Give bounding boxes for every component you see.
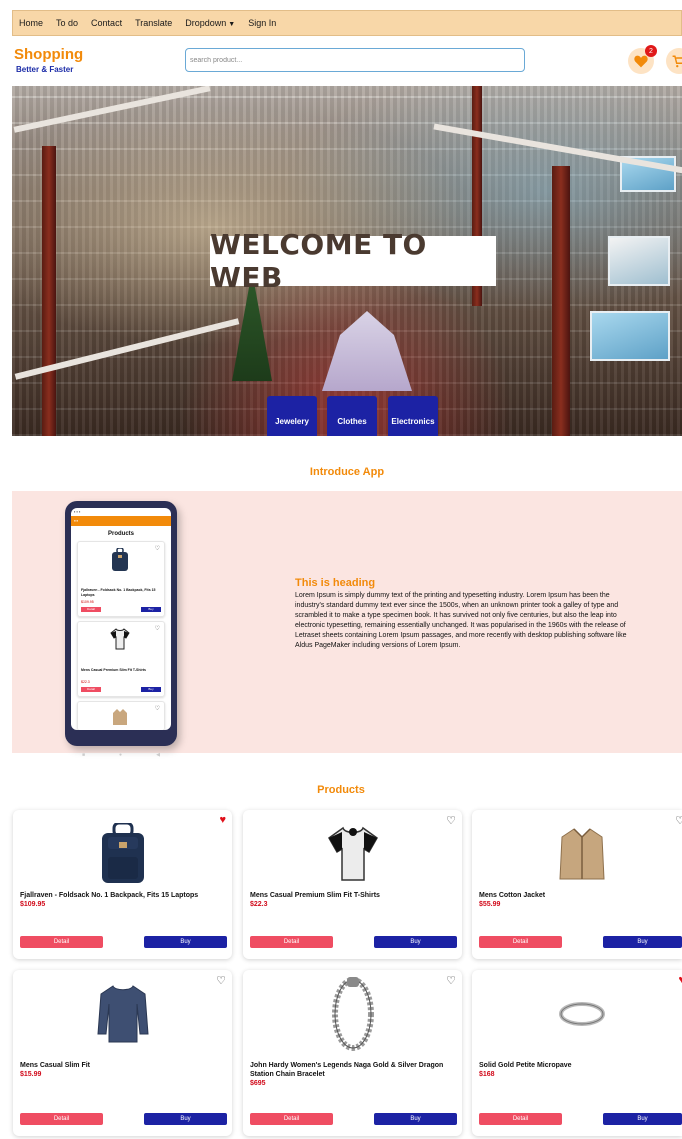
welcome-banner-text: WELCOME TO WEB [210,228,496,294]
page: Home To do Contact Translate Dropdown ▼ S… [0,0,682,1139]
buy-button[interactable]: Buy [603,936,682,948]
nav-todo[interactable]: To do [56,18,78,28]
phone-product-card: ♡ Mens Casual Premium Slim Fit T-Shirts … [77,621,165,697]
detail-button[interactable]: Detail [479,936,562,948]
buy-button[interactable]: Buy [374,1113,457,1125]
product-price: $22.3 [250,901,268,908]
category-clothes-button[interactable]: Clothes [327,396,377,436]
detail-button[interactable]: Detail [20,936,103,948]
buy-button[interactable]: Buy [603,1113,682,1125]
brand-tagline: Better & Faster [16,65,74,74]
phone-mockup: ▪ ▪ ▪ ▪▪▪ Products ♡ Fjallraven - Foldsa… [65,501,177,758]
heart-outline-icon[interactable]: ♡ [216,974,226,987]
cart-button[interactable] [666,48,682,74]
longsleeve-shirt-icon [96,985,149,1043]
phone-products-title: Products [107,531,134,537]
product-card[interactable]: ♡ Mens Casual Slim Fit $15.99 Detail Buy [13,970,232,1136]
heart-outline-icon[interactable]: ♡ [446,974,456,987]
phone-status-bar: ▪ ▪ ▪ [74,509,81,514]
phone-detail-button: Detail [81,607,101,612]
product-name: Mens Cotton Jacket [479,892,546,899]
phone-buy-button: Buy [141,687,161,692]
header: Shopping Better & Faster 2 [12,44,682,78]
heart-outline-icon: ♡ [154,706,160,712]
phone-product-price: $22.3 [81,680,90,684]
backpack-icon [112,548,128,571]
phone-product-card: ♡ [77,701,165,730]
product-price: $168 [479,1071,495,1078]
intro-section-title: Introduce App [309,466,385,478]
nav-translate[interactable]: Translate [135,18,172,28]
nav-home[interactable]: Home [19,18,43,28]
heart-outline-icon: ♡ [154,626,160,632]
products-section-title: Products [317,784,365,796]
heart-outline-icon: ♡ [154,546,160,552]
product-price: $55.99 [479,901,501,908]
phone-product-name: Fjallraven - Foldsack No. 1 Backpack, Fi… [81,588,156,597]
heart-filled-icon[interactable]: ♥ [678,974,682,986]
jacket-icon [113,709,127,725]
phone-product-name: Mens Casual Premium Slim Fit T-Shirts [81,668,146,672]
phone-app-bar: ▪▪▪ [71,516,171,526]
nav-contact[interactable]: Contact [91,18,122,28]
product-name: Fjallraven - Foldsack No. 1 Backpack, Fi… [20,892,199,899]
brand-logo[interactable]: Shopping [14,46,83,63]
product-card[interactable]: ♡ Mens Casual Premium Slim Fit T-Shirts … [243,810,462,959]
product-name: Mens Casual Slim Fit [20,1062,91,1069]
heart-filled-icon[interactable]: ♥ [219,814,226,826]
phone-nav-bar: ■ ● ◀ [82,752,160,758]
detail-button[interactable]: Detail [20,1113,103,1125]
cart-icon [672,55,682,67]
category-electronics-button[interactable]: Electronics [388,396,438,436]
intro-heading: This is heading [295,577,376,589]
detail-button[interactable]: Detail [250,1113,333,1125]
product-price: $15.99 [20,1071,42,1078]
top-nav: Home To do Contact Translate Dropdown ▼ S… [12,10,682,36]
detail-button[interactable]: Detail [479,1113,562,1125]
tshirt-icon [110,628,130,650]
nav-sign-in[interactable]: Sign In [248,18,276,28]
heart-icon [634,55,648,67]
nav-dropdown[interactable]: Dropdown ▼ [185,18,235,28]
phone-product-price: $109.95 [81,600,94,604]
buy-button[interactable]: Buy [374,936,457,948]
product-name: Mens Casual Premium Slim Fit T-Shirts [250,892,380,899]
buy-button[interactable]: Buy [144,936,227,948]
product-card[interactable]: ♥ Solid Gold Petite Micropave $168 Detai… [472,970,682,1136]
detail-button[interactable]: Detail [250,936,333,948]
backpack-icon [101,823,144,883]
product-price: $695 [250,1080,266,1087]
jacket-icon [558,828,605,880]
phone-detail-button: Detail [81,687,101,692]
intro-section: ▪ ▪ ▪ ▪▪▪ Products ♡ Fjallraven - Foldsa… [12,491,682,758]
tshirt-icon [327,826,378,881]
nav-dropdown-label: Dropdown [185,18,227,28]
search-input[interactable] [185,48,525,72]
phone-screen: ▪ ▪ ▪ ▪▪▪ Products ♡ Fjallraven - Foldsa… [71,508,171,730]
caret-down-icon: ▼ [228,21,236,28]
wishlist-button[interactable]: 2 [628,45,657,74]
buy-button[interactable]: Buy [144,1113,227,1125]
phone-buy-button: Buy [141,607,161,612]
heart-outline-icon[interactable]: ♡ [675,814,682,827]
category-jewelery-button[interactable]: Jewelery [267,396,317,436]
product-card[interactable]: ♡ Mens Cotton Jacket $55.99 Detail Buy [472,810,682,959]
product-card[interactable]: ♥ Fjallraven - Foldsack No. 1 Backpack, … [13,810,232,959]
hero-banner: WELCOME TO WEB Jewelery Clothes Electron… [12,86,682,436]
bracelet-icon [331,977,374,1051]
product-price: $109.95 [20,901,46,908]
product-name: Solid Gold Petite Micropave [479,1062,572,1069]
phone-product-card: ♡ Fjallraven - Foldsack No. 1 Backpack, … [77,541,165,617]
heart-outline-icon[interactable]: ♡ [446,814,456,827]
ring-icon [558,1002,605,1026]
product-name: John Hardy Women's Legends Naga Gold & S… [250,1062,444,1078]
intro-body: Lorem Ipsum is simply dummy text of the … [295,592,627,649]
product-card[interactable]: ♡ John Hardy Women's Legends Naga Gold &… [243,970,462,1136]
wishlist-count-badge: 2 [645,45,657,57]
